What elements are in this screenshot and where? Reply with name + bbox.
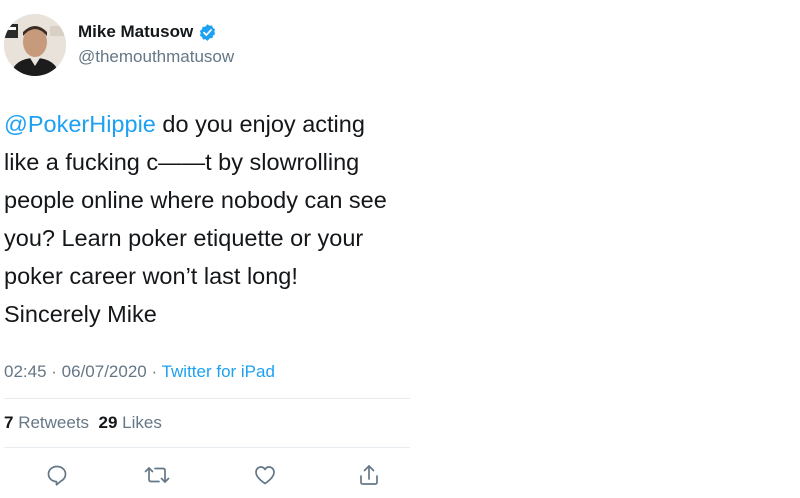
- tweet-line: people online where nobody can see: [4, 187, 387, 213]
- retweet-icon: [144, 467, 170, 483]
- meta-separator: ·: [46, 362, 62, 381]
- avatar[interactable]: [4, 14, 66, 76]
- mention-link[interactable]: @PokerHippie: [4, 111, 156, 137]
- tweet-line: like a fucking c——t by slowrolling: [4, 149, 360, 175]
- meta-separator: ·: [146, 362, 162, 381]
- likes-count: 29: [98, 413, 118, 432]
- tweet-meta: 02:45 · 06/07/2020 · Twitter for iPad: [4, 362, 275, 382]
- reply-icon: [47, 465, 67, 486]
- tweet-text: @PokerHippie do you enjoy acting like a …: [4, 105, 410, 333]
- tweet-line: you? Learn poker etiquette or your: [4, 225, 364, 251]
- verified-badge-icon: [198, 23, 217, 42]
- tweet-line-text: do you enjoy acting: [155, 111, 365, 137]
- tweet-actions: [0, 460, 410, 490]
- author-name-row[interactable]: Mike Matusow: [78, 22, 217, 42]
- author-handle[interactable]: @themouthmatusow: [78, 47, 234, 67]
- divider: [4, 398, 410, 399]
- tweet-card: Mike Matusow @themouthmatusow @PokerHipp…: [0, 0, 410, 498]
- retweet-button[interactable]: [142, 460, 172, 490]
- like-button[interactable]: [250, 460, 280, 490]
- retweets-stat[interactable]: 7 Retweets: [4, 413, 89, 432]
- share-button[interactable]: [354, 460, 384, 490]
- like-icon: [255, 466, 275, 485]
- likes-stat[interactable]: 29 Likes: [99, 413, 162, 432]
- tweet-line: Sincerely Mike: [4, 301, 157, 327]
- tweet-time[interactable]: 02:45: [4, 362, 47, 381]
- likes-label: Likes: [117, 413, 162, 432]
- display-name[interactable]: Mike Matusow: [78, 22, 193, 42]
- tweet-source-link[interactable]: Twitter for iPad: [162, 362, 275, 381]
- retweets-label: Retweets: [13, 413, 90, 432]
- divider: [4, 447, 410, 448]
- tweet-line: poker career won’t last long!: [4, 263, 298, 289]
- tweet-stats: 7 Retweets 29 Likes: [4, 413, 162, 433]
- reply-button[interactable]: [42, 460, 72, 490]
- share-icon: [360, 465, 378, 485]
- avatar-image: [4, 14, 66, 76]
- tweet-line: @PokerHippie do you enjoy acting: [4, 105, 410, 143]
- tweet-date[interactable]: 06/07/2020: [62, 362, 147, 381]
